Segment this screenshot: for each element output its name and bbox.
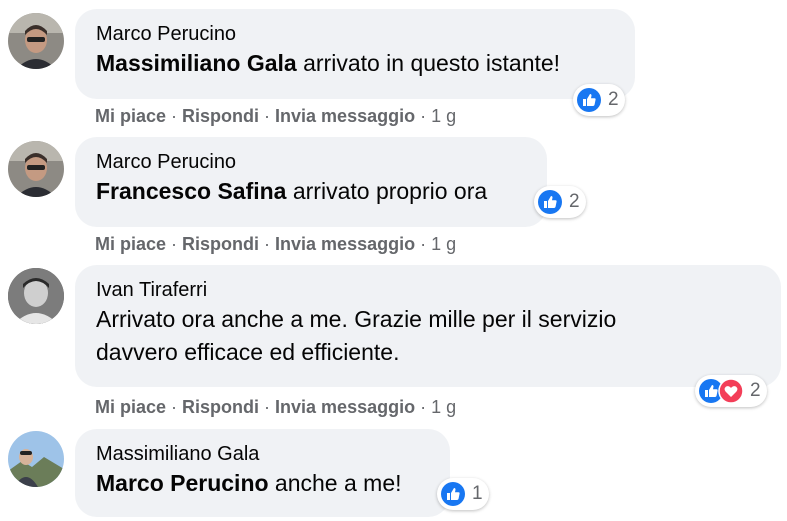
- separator: ·: [171, 397, 178, 417]
- comment-bubble: Marco Perucino Massimiliano Gala arrivat…: [75, 9, 635, 99]
- comment-actions: Mi piace · Rispondi · Invia messaggio · 1 g: [95, 233, 456, 255]
- like-link[interactable]: Mi piace: [95, 234, 166, 254]
- reaction-count: 2: [569, 191, 580, 212]
- comment-body-line: davvero efficace ed efficiente.: [96, 339, 400, 365]
- comment-bubble: Marco Perucino Francesco Safina arrivato…: [75, 137, 547, 227]
- comment-text: Marco Perucino anche a me!: [96, 467, 430, 500]
- reaction-summary[interactable]: 2: [573, 84, 625, 116]
- comment-bubble: Massimiliano Gala Marco Perucino anche a…: [75, 429, 450, 517]
- send-message-link[interactable]: Invia messaggio: [275, 397, 415, 417]
- like-icon: [538, 190, 562, 214]
- reaction-summary[interactable]: 2: [534, 186, 586, 218]
- avatar[interactable]: [8, 141, 64, 197]
- comment-bubble: Ivan Tiraferri Arrivato ora anche a me. …: [75, 265, 781, 387]
- comment-body: arrivato proprio ora: [286, 178, 488, 204]
- send-message-link[interactable]: Invia messaggio: [275, 106, 415, 126]
- reply-link[interactable]: Rispondi: [182, 106, 259, 126]
- timestamp[interactable]: 1 g: [431, 397, 456, 417]
- comment-body: arrivato in questo istante!: [296, 50, 561, 76]
- mention-link[interactable]: Massimiliano Gala: [96, 50, 297, 76]
- like-icon: [577, 88, 601, 112]
- avatar-photo: [8, 13, 64, 69]
- reaction-count: 1: [472, 483, 483, 504]
- avatar-photo: [8, 268, 64, 324]
- timestamp[interactable]: 1 g: [431, 106, 456, 126]
- separator: ·: [264, 234, 271, 254]
- comment-body-line: Arrivato ora anche a me. Grazie mille pe…: [96, 306, 617, 332]
- avatar-photo: [8, 431, 64, 487]
- separator: ·: [420, 397, 427, 417]
- like-icon: [441, 482, 465, 506]
- comment-author[interactable]: Massimiliano Gala: [96, 441, 430, 467]
- comment-text: Massimiliano Gala arrivato in questo ist…: [96, 47, 615, 80]
- comment-actions: Mi piace · Rispondi · Invia messaggio · 1 g: [95, 396, 456, 418]
- separator: ·: [264, 397, 271, 417]
- reaction-count: 2: [608, 89, 619, 110]
- comment-author[interactable]: Ivan Tiraferri: [96, 277, 761, 303]
- avatar[interactable]: [8, 431, 64, 487]
- separator: ·: [420, 234, 427, 254]
- comment-body: anche a me!: [268, 470, 402, 496]
- like-link[interactable]: Mi piace: [95, 106, 166, 126]
- comment-author[interactable]: Marco Perucino: [96, 21, 615, 47]
- mention-link[interactable]: Marco Perucino: [96, 470, 269, 496]
- reply-link[interactable]: Rispondi: [182, 397, 259, 417]
- avatar-photo: [8, 141, 64, 197]
- avatar[interactable]: [8, 13, 64, 69]
- reaction-count: 2: [750, 380, 761, 401]
- comment-author[interactable]: Marco Perucino: [96, 149, 527, 175]
- comment-actions: Mi piace · Rispondi · Invia messaggio · 1 g: [95, 105, 456, 127]
- reaction-summary[interactable]: 1: [437, 478, 489, 510]
- timestamp[interactable]: 1 g: [431, 234, 456, 254]
- separator: ·: [264, 106, 271, 126]
- reaction-summary[interactable]: 2: [695, 375, 767, 407]
- separator: ·: [420, 106, 427, 126]
- separator: ·: [171, 106, 178, 126]
- love-icon: [718, 378, 744, 404]
- like-link[interactable]: Mi piace: [95, 397, 166, 417]
- reply-link[interactable]: Rispondi: [182, 234, 259, 254]
- send-message-link[interactable]: Invia messaggio: [275, 234, 415, 254]
- comment-text: Arrivato ora anche a me. Grazie mille pe…: [96, 303, 761, 369]
- separator: ·: [171, 234, 178, 254]
- comment-text: Francesco Safina arrivato proprio ora: [96, 175, 527, 208]
- avatar[interactable]: [8, 268, 64, 324]
- mention-link[interactable]: Francesco Safina: [96, 178, 286, 204]
